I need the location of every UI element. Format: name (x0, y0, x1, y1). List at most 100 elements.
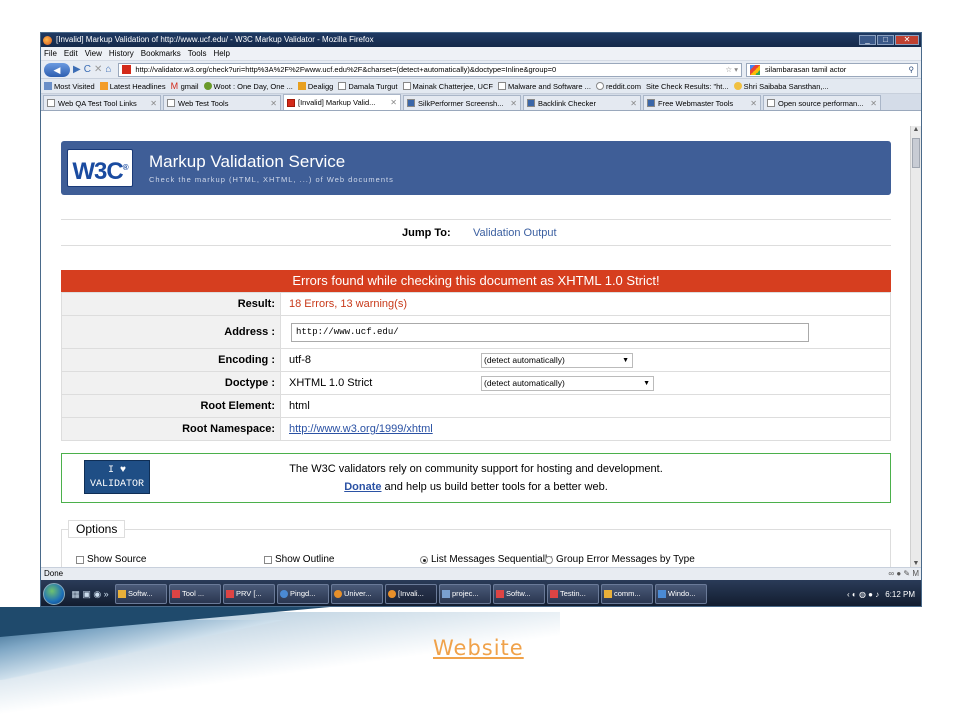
tab-open-source-performance[interactable]: Open source performan... ✕ (763, 95, 881, 110)
bookmark-damala-turgut[interactable]: Damala Turgut (338, 82, 398, 91)
jump-to-bar: Jump To: Validation Output (61, 219, 891, 246)
menu-tools[interactable]: Tools (188, 47, 207, 60)
dealigg-icon (297, 82, 306, 90)
tab-silkperformer[interactable]: SilkPerformer Screensh... ✕ (403, 95, 521, 110)
home-button[interactable]: ⌂ (105, 63, 111, 77)
taskbar-item[interactable]: Windo... (655, 584, 707, 604)
menu-help[interactable]: Help (213, 47, 229, 60)
forward-button[interactable]: ▶ (73, 63, 81, 77)
menu-file[interactable]: File (44, 47, 57, 60)
bookmark-dealigg[interactable]: Dealigg (297, 82, 333, 91)
tab-close-icon[interactable]: ✕ (630, 99, 637, 108)
bookmark-star-icon[interactable]: ☆ ▾ (725, 65, 741, 74)
address-input[interactable]: http://www.ucf.edu/ (291, 322, 809, 342)
taskbar-item[interactable]: Pingd... (277, 584, 329, 604)
taskbar-item[interactable]: projec... (439, 584, 491, 604)
app-icon (550, 590, 558, 598)
show-outline-checkbox[interactable] (264, 555, 272, 564)
support-text: The W3C validators rely on community sup… (289, 463, 663, 475)
tab-page-icon (167, 99, 175, 107)
close-window-button[interactable]: ✕ (895, 35, 919, 45)
list-sequential-option[interactable]: List Messages Sequentially (420, 554, 552, 565)
search-icon[interactable]: ⚲ (909, 65, 918, 74)
root-namespace-link[interactable]: http://www.w3.org/1999/xhtml (289, 423, 433, 435)
app-icon (172, 590, 180, 598)
tab-markup-validation[interactable]: [Invalid] Markup Valid... ✕ (283, 94, 401, 110)
taskbar-item[interactable]: Softw... (493, 584, 545, 604)
options-legend[interactable]: Options (68, 520, 126, 538)
menu-bookmarks[interactable]: Bookmarks (141, 47, 181, 60)
scroll-up-icon[interactable]: ▲ (911, 126, 921, 133)
system-tray: ‹ ◐ ◍ ● ♪ 6:12 PM (847, 580, 921, 606)
show-outline-option[interactable]: Show Outline (264, 554, 334, 565)
tab-close-icon[interactable]: ✕ (270, 99, 277, 108)
scroll-down-icon[interactable]: ▼ (911, 560, 921, 567)
address-bar[interactable]: http://validator.w3.org/check?uri=http%3… (118, 62, 742, 77)
validation-output-link[interactable]: Validation Output (473, 227, 557, 239)
quick-launch-icons[interactable]: ▦ ▣ ◉ » (67, 589, 113, 600)
menu-history[interactable]: History (109, 47, 134, 60)
slide-decoration-wedge (0, 607, 330, 637)
website-link[interactable]: Website (433, 636, 524, 660)
list-sequential-radio[interactable] (420, 555, 428, 564)
menu-edit[interactable]: Edit (64, 47, 78, 60)
bookmark-gmail[interactable]: Mgmail (171, 82, 199, 91)
show-source-checkbox[interactable] (76, 555, 84, 564)
tab-close-icon[interactable]: ✕ (390, 98, 397, 107)
menu-view[interactable]: View (85, 47, 102, 60)
browser-window: [Invalid] Markup Validation of http://ww… (40, 32, 922, 607)
tab-web-test-tools[interactable]: Web Test Tools ✕ (163, 95, 281, 110)
options-panel: Options Show Source Show Outline List Me… (61, 520, 891, 567)
tab-close-icon[interactable]: ✕ (150, 99, 157, 108)
tab-web-qa-links[interactable]: Web QA Test Tool Links ✕ (43, 95, 161, 110)
bookmark-mainak[interactable]: Mainak Chatterjee, UCF (402, 82, 493, 91)
show-source-option[interactable]: Show Source (76, 554, 146, 565)
bookmark-woot[interactable]: Woot : One Day, One ... (203, 82, 293, 91)
encoding-select[interactable]: (detect automatically) ▼ (481, 353, 633, 368)
search-text: silambarasan tamil actor (765, 65, 847, 74)
doctype-select[interactable]: (detect automatically) ▼ (481, 376, 654, 391)
taskbar-item[interactable]: Univer... (331, 584, 383, 604)
tab-close-icon[interactable]: ✕ (510, 99, 517, 108)
bookmark-latest-headlines[interactable]: Latest Headlines (99, 82, 166, 91)
reload-button[interactable]: C (84, 63, 91, 77)
group-errors-radio[interactable] (545, 555, 553, 564)
tab-close-icon[interactable]: ✕ (750, 99, 757, 108)
taskbar-item-active[interactable]: [Invali... (385, 584, 437, 604)
w3c-logo[interactable]: W3C® (67, 149, 133, 187)
stop-button[interactable]: ✕ (94, 63, 102, 77)
table-row: Address : http://www.ucf.edu/ (61, 315, 891, 349)
taskbar-item[interactable]: PRV [... (223, 584, 275, 604)
taskbar-item[interactable]: Softw... (115, 584, 167, 604)
results-table: Result: 18 Errors, 13 warning(s) Address… (61, 292, 891, 441)
tray-icons[interactable]: ‹ ◐ ◍ ● ♪ (847, 590, 879, 599)
bookmark-malware[interactable]: Malware and Software ... (497, 82, 591, 91)
donate-link[interactable]: Donate (344, 481, 381, 493)
title-bar: [Invalid] Markup Validation of http://ww… (41, 33, 921, 47)
tab-free-webmaster-tools[interactable]: Free Webmaster Tools ✕ (643, 95, 761, 110)
taskbar-item[interactable]: Testin... (547, 584, 599, 604)
start-button[interactable] (43, 583, 65, 605)
tab-close-icon[interactable]: ✕ (870, 99, 877, 108)
table-row: Doctype : XHTML 1.0 Strict (detect autom… (61, 371, 891, 395)
tab-backlink-checker[interactable]: Backlink Checker ✕ (523, 95, 641, 110)
bookmark-most-visited[interactable]: Most Visited (44, 82, 95, 91)
bookmark-site-check[interactable]: Site Check Results: "ht... (646, 82, 729, 91)
bookmark-saibaba[interactable]: Shri Saibaba Sansthan,... (733, 82, 829, 91)
menu-bar: File Edit View History Bookmarks Tools H… (41, 47, 921, 61)
minimize-button[interactable]: _ (859, 35, 876, 45)
maximize-button[interactable]: □ (877, 35, 894, 45)
scroll-thumb[interactable] (912, 138, 920, 168)
w3c-header: W3C® Markup Validation Service Check the… (61, 141, 891, 195)
back-button[interactable]: ◀ (44, 62, 70, 77)
clock[interactable]: 6:12 PM (885, 590, 915, 599)
firefox-icon (334, 590, 342, 598)
search-box[interactable]: silambarasan tamil actor ⚲ (746, 62, 918, 77)
vertical-scrollbar[interactable]: ▲ ▼ (910, 126, 921, 567)
result-label: Result: (61, 292, 281, 316)
group-errors-option[interactable]: Group Error Messages by Type (545, 554, 695, 565)
bookmark-reddit[interactable]: reddit.com (595, 82, 641, 91)
taskbar-item[interactable]: Tool ... (169, 584, 221, 604)
tab-page-icon (647, 99, 655, 107)
taskbar-item[interactable]: comm... (601, 584, 653, 604)
